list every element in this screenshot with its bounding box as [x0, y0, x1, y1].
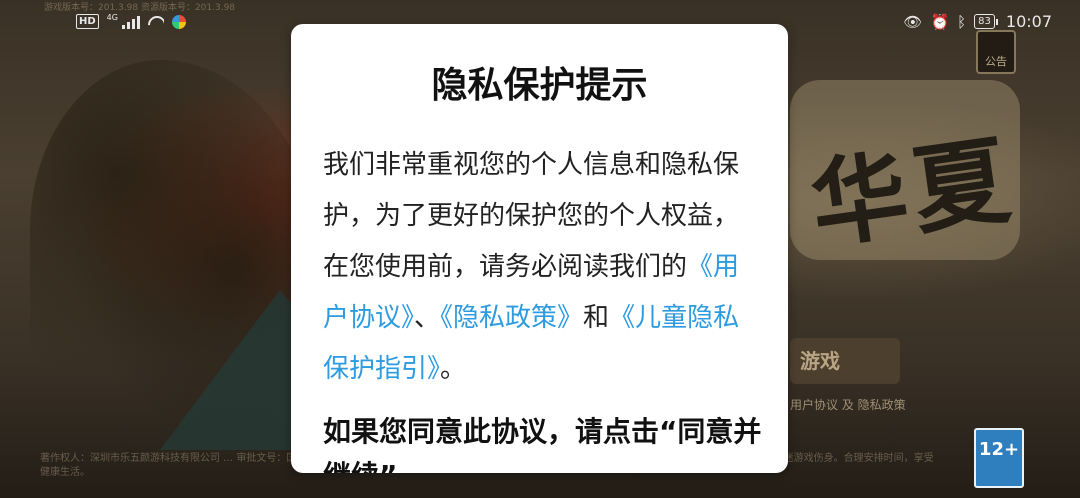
eye-comfort-icon: 👁 [903, 12, 923, 31]
game-title-logo: 华夏 [804, 122, 1022, 263]
battery-level: 83 [974, 14, 995, 29]
background-menu-button: 游戏 [790, 338, 900, 384]
game-screen: 游戏版本号：201.3.98 资源版本号：201.3.98 华夏 公告 游戏 用… [0, 0, 1080, 498]
age-rating-badge: 12+ [974, 428, 1024, 488]
wifi-icon [148, 16, 164, 28]
notice-label: 公告 [985, 55, 1007, 68]
version-text: 游戏版本号：201.3.98 资源版本号：201.3.98 [44, 3, 236, 13]
app-notification-icon [171, 14, 186, 29]
notice-icon[interactable]: 公告 [976, 30, 1016, 74]
period-text: 。 [440, 354, 467, 384]
clock: 10:07 [1005, 12, 1052, 31]
signal-icon [121, 15, 140, 29]
battery-icon: 83 [974, 14, 998, 29]
status-bar-left: HD 4G [76, 13, 186, 29]
status-bar-right: 👁 ⏰ ᛒ 83 10:07 [903, 12, 1052, 31]
conjunction-text: 和 [583, 303, 610, 333]
dialog-body-intro: 我们非常重视您的个人信息和隐私保护，为了更好的保护您的个人权益，在您使用前，请务… [323, 150, 740, 282]
separator-text: 、 [414, 303, 441, 333]
dialog-title: 隐私保护提示 [431, 65, 648, 106]
consent-instruction: 如果您同意此协议，请点击“同意并继续”。 [323, 415, 762, 473]
hd-icon: HD [76, 14, 99, 29]
privacy-dialog: 隐私保护提示 我们非常重视您的个人信息和隐私保护，为了更好的保护您的个人权益，在… [291, 24, 788, 473]
privacy-policy-link[interactable]: 《隐私政策》 [440, 303, 583, 333]
network-type-label: 4G [106, 13, 118, 22]
bluetooth-icon: ᛒ [957, 12, 967, 31]
background-agreement-links: 用户协议 及 隐私政策 [790, 398, 906, 412]
dialog-body: 我们非常重视您的个人信息和隐私保护，为了更好的保护您的个人权益，在您使用前，请务… [323, 140, 763, 395]
alarm-icon: ⏰ [930, 12, 950, 31]
